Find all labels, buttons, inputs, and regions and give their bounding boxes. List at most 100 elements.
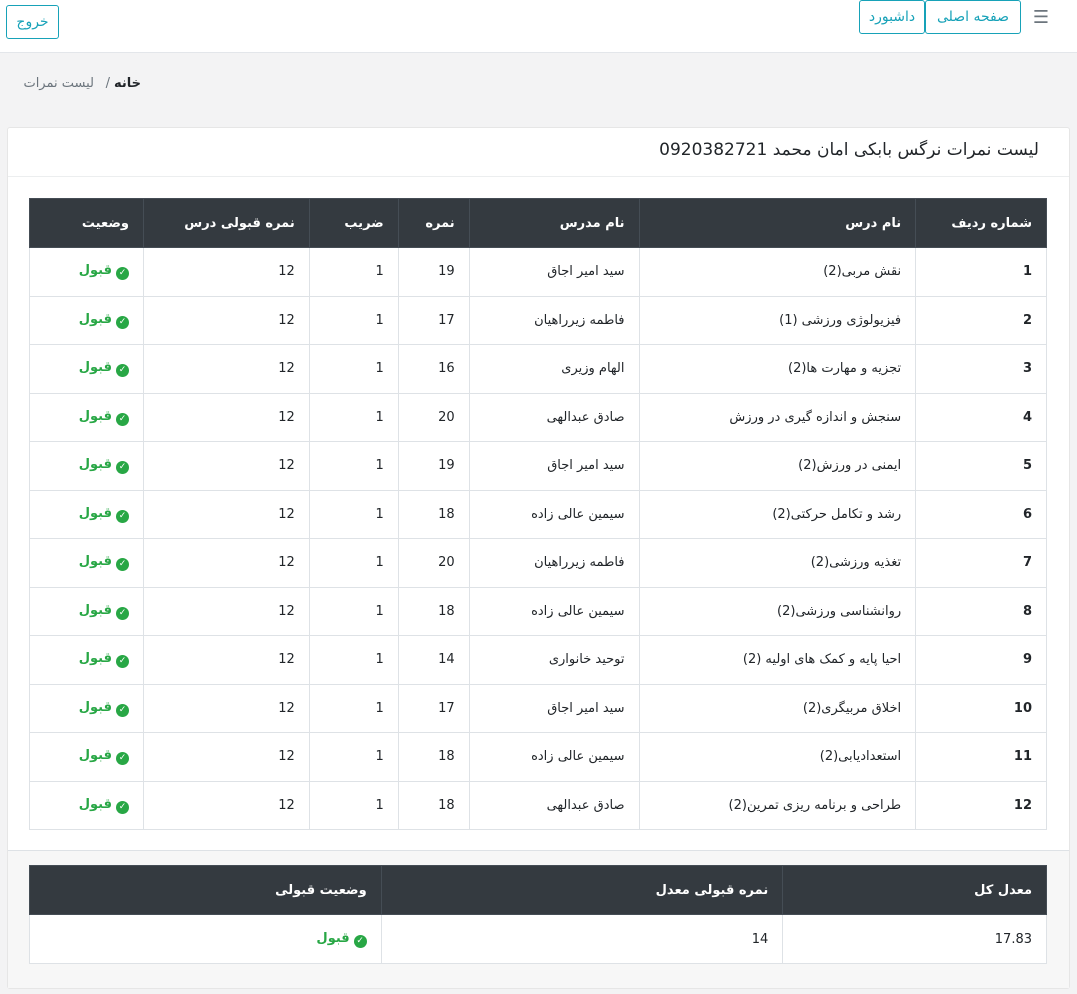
status-badge: ✓قبول <box>78 796 129 814</box>
pass-grade-cell: 12 <box>142 732 310 782</box>
coefficient-cell: 1 <box>308 732 399 782</box>
pass-grade-cell: 12 <box>142 683 310 733</box>
table-row: 6 رشد و تکامل حرکتی(2) سیمین عالی زاده 18 1 1… <box>29 489 1047 539</box>
row-number-cell: 1 <box>915 247 1047 297</box>
status-label: قبول <box>78 311 112 327</box>
pass-grade-cell: 12 <box>142 489 310 539</box>
status-cell: ✓قبول <box>29 538 144 588</box>
pass-average-value: 14 <box>380 914 784 964</box>
teacher-name-cell: سید امیر اجاق <box>468 683 640 733</box>
teacher-name-cell: سید امیر اجاق <box>468 247 640 297</box>
status-cell: ✓قبول <box>29 295 144 345</box>
teacher-name-cell: فاطمه زیرراهیان <box>468 295 640 345</box>
status-label: قبول <box>78 796 112 812</box>
status-label: قبول <box>78 457 112 473</box>
grade-cell: 18 <box>397 732 470 782</box>
course-name-cell: طراحی و برنامه ریزی تمرین(2) <box>638 780 917 830</box>
status-badge: ✓قبول <box>78 360 129 378</box>
header-pass-grade: نمره قبولی درس <box>142 198 310 248</box>
teacher-name-cell: صادق عبدالهی <box>468 780 640 830</box>
coefficient-cell: 1 <box>308 441 399 491</box>
status-label: قبول <box>78 554 112 570</box>
grade-cell: 17 <box>397 295 470 345</box>
check-circle-icon: ✓ <box>115 703 129 717</box>
breadcrumb-home[interactable]: خانه <box>114 76 141 91</box>
status-label: قبول <box>78 748 112 764</box>
header-row-number: شماره ردیف <box>915 198 1047 248</box>
grade-cell: 14 <box>397 635 470 685</box>
coefficient-cell: 1 <box>308 538 399 588</box>
check-circle-icon: ✓ <box>115 800 129 814</box>
course-name-cell: تغذیه ورزشی(2) <box>638 538 917 588</box>
coefficient-cell: 1 <box>308 295 399 345</box>
coefficient-cell: 1 <box>308 780 399 830</box>
status-badge: ✓قبول <box>78 602 129 620</box>
header-pass-average: نمره قبولی معدل <box>380 865 784 915</box>
status-cell: ✓قبول <box>29 344 144 394</box>
status-label: قبول <box>78 408 112 424</box>
status-badge: ✓قبول <box>78 651 129 669</box>
row-number-cell: 7 <box>915 538 1047 588</box>
status-badge: ✓قبول <box>78 311 129 329</box>
summary-table: معدل کل نمره قبولی معدل وضعیت قبولی 17.8… <box>29 865 1047 964</box>
grade-cell: 20 <box>397 392 470 442</box>
check-circle-icon: ✓ <box>115 606 129 620</box>
status-label: قبول <box>78 505 112 521</box>
header-teacher-name: نام مدرس <box>468 198 640 248</box>
grade-cell: 18 <box>397 586 470 636</box>
check-circle-icon: ✓ <box>115 655 129 669</box>
row-number-cell: 8 <box>915 586 1047 636</box>
check-circle-icon: ✓ <box>115 315 129 329</box>
pass-grade-cell: 12 <box>142 780 310 830</box>
grade-cell: 16 <box>397 344 470 394</box>
teacher-name-cell: توحید خانواری <box>468 635 640 685</box>
teacher-name-cell: سیمین عالی زاده <box>468 732 640 782</box>
grade-cell: 18 <box>397 489 470 539</box>
check-circle-icon: ✓ <box>115 509 129 523</box>
grades-table-header: شماره ردیف نام درس نام مدرس نمره ضریب نم… <box>29 198 1047 248</box>
row-number-cell: 5 <box>915 441 1047 491</box>
course-name-cell: روانشناسی ورزشی(2) <box>638 586 917 636</box>
table-row: 12 طراحی و برنامه ریزی تمرین(2) صادق عبدال… <box>29 780 1047 830</box>
dashboard-button[interactable]: داشبورد <box>859 0 925 34</box>
table-row: 8 روانشناسی ورزشی(2) سیمین عالی زاده 18 1 12 ✓… <box>29 586 1047 636</box>
coefficient-cell: 1 <box>308 344 399 394</box>
header-grade: نمره <box>397 198 470 248</box>
coefficient-cell: 1 <box>308 635 399 685</box>
status-badge: ✓قبول <box>78 554 129 572</box>
table-row: 5 ایمنی در ورزش(2) سید امیر اجاق 19 1 12 ✓قبول <box>29 441 1047 491</box>
status-cell: ✓قبول <box>29 732 144 782</box>
home-page-button[interactable]: صفحه اصلی <box>925 0 1021 34</box>
pass-grade-cell: 12 <box>142 247 310 297</box>
summary-row: 17.83 14 ✓قبول <box>29 914 1047 964</box>
header-total-average: معدل کل <box>782 865 1047 915</box>
check-circle-icon: ✓ <box>115 752 129 766</box>
grades-table: شماره ردیف نام درس نام مدرس نمره ضریب نم… <box>29 198 1047 830</box>
coefficient-cell: 1 <box>308 489 399 539</box>
teacher-name-cell: فاطمه زیرراهیان <box>468 538 640 588</box>
table-row: 2 فیزیولوژی ورزشی (1) فاطمه زیرراهیان 17 1 12… <box>29 295 1047 345</box>
hamburger-icon[interactable]: ☰ <box>1031 8 1051 28</box>
total-average-value: 17.83 <box>782 914 1047 964</box>
status-badge: ✓قبول <box>79 263 129 281</box>
status-cell: ✓قبول <box>29 489 144 539</box>
check-circle-icon: ✓ <box>115 267 129 281</box>
teacher-name-cell: سیمین عالی زاده <box>468 586 640 636</box>
status-label: قبول <box>316 930 350 946</box>
pass-grade-cell: 12 <box>142 635 310 685</box>
header-coefficient: ضریب <box>308 198 399 248</box>
pass-grade-cell: 12 <box>142 392 310 442</box>
pass-grade-cell: 12 <box>142 441 310 491</box>
coefficient-cell: 1 <box>308 392 399 442</box>
pass-grade-cell: 12 <box>142 586 310 636</box>
status-cell: ✓قبول <box>29 247 144 297</box>
logout-button[interactable]: خروج <box>6 5 59 39</box>
teacher-name-cell: صادق عبدالهی <box>468 392 640 442</box>
grade-cell: 19 <box>397 441 470 491</box>
status-label: قبول <box>78 651 112 667</box>
table-row: 1 نقش مربی(2) سید امیر اجاق 19 1 12 ✓قبول <box>29 247 1047 297</box>
coefficient-cell: 1 <box>308 247 399 297</box>
course-name-cell: احیا پایه و کمک های اولیه (2) <box>638 635 917 685</box>
status-label: قبول <box>78 602 112 618</box>
status-label: قبول <box>78 360 112 376</box>
